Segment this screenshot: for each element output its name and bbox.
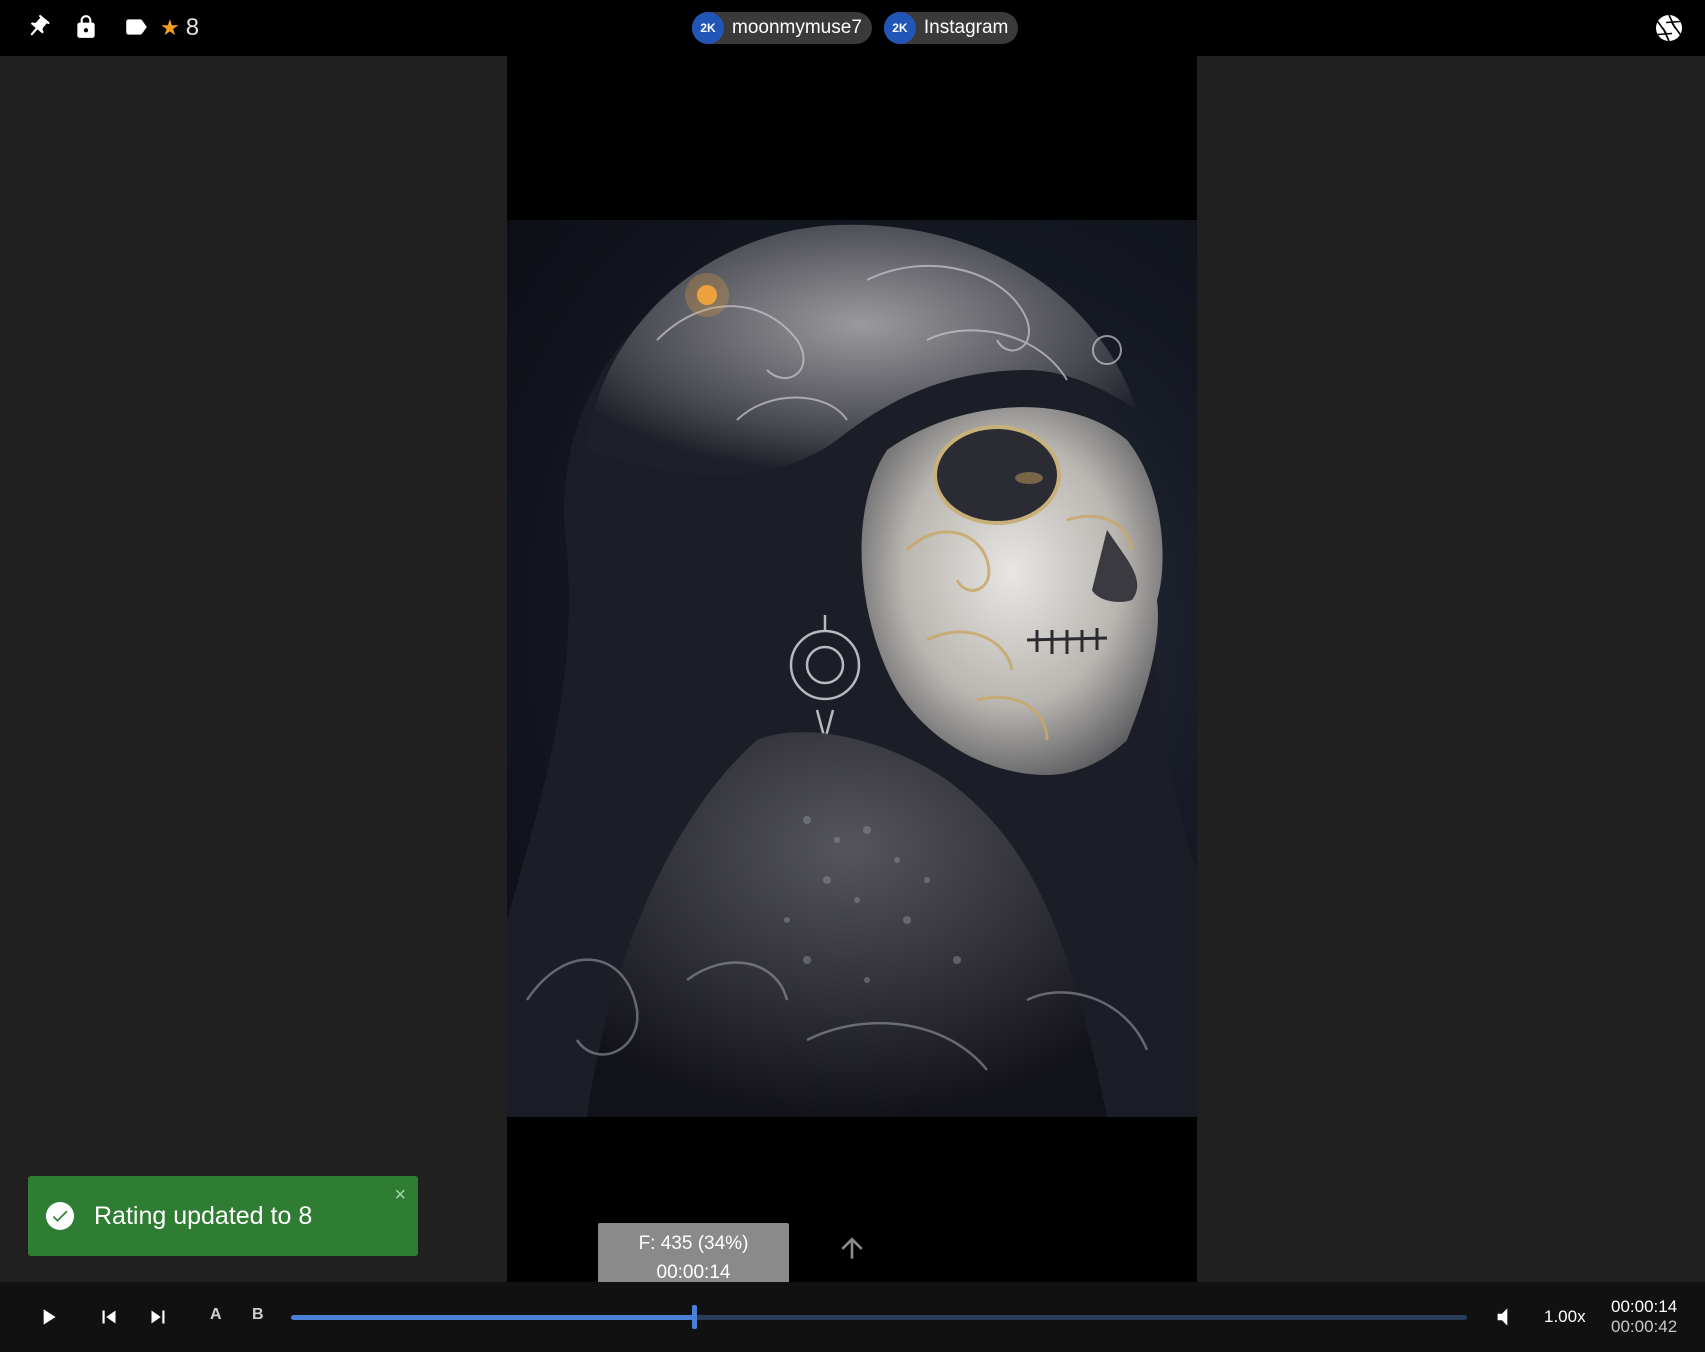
check-circle-icon [46,1202,74,1230]
video-artwork [507,220,1197,1117]
success-toast: Rating updated to 8 × [28,1176,418,1256]
chip-instagram[interactable]: 2K Instagram [883,12,1019,44]
time-display: 00:00:14 00:00:42 [1611,1297,1677,1337]
skip-next-icon[interactable] [143,1302,173,1332]
playback-speed[interactable]: 1.00x [1544,1307,1586,1327]
arrow-up-icon[interactable] [836,1232,868,1264]
performer-chips: 2K moonmymuse7 2K Instagram [692,12,1019,44]
shutter-icon[interactable] [1653,12,1685,44]
resolution-badge: 2K [692,12,724,44]
rating-display[interactable]: ★ 8 [160,12,199,44]
chip-moonmymuse7[interactable]: 2K moonmymuse7 [692,12,872,44]
play-icon[interactable] [33,1302,63,1332]
skip-previous-icon[interactable] [94,1302,124,1332]
total-time: 00:00:42 [1611,1317,1678,1336]
toast-message: Rating updated to 8 [94,1201,313,1230]
rating-value: 8 [185,14,200,41]
seek-bar[interactable] [291,1305,1467,1329]
seek-bar-thumb[interactable] [692,1305,697,1329]
current-time: 00:00:14 [1611,1297,1678,1316]
seek-bar-progress [291,1315,694,1320]
volume-icon[interactable] [1488,1302,1518,1332]
tag-icon[interactable] [121,12,151,42]
video-frame[interactable] [507,56,1197,1282]
resolution-badge: 2K [883,12,916,44]
chip-label: moonmymuse7 [732,17,862,38]
loop-a-button[interactable]: A [210,1306,222,1324]
pin-icon[interactable] [23,12,53,42]
toast-close-button[interactable]: × [394,1184,406,1207]
loop-b-button[interactable]: B [252,1306,264,1324]
lock-icon[interactable] [71,12,101,42]
frame-info: F: 435 (34%) [638,1233,749,1254]
star-icon: ★ [160,15,180,40]
video-player-app: ★ 8 2K moonmymuse7 2K Instagram F: 435 (… [0,0,1705,1352]
chip-label: Instagram [923,17,1009,38]
top-toolbar: ★ 8 2K moonmymuse7 2K Instagram [0,0,1705,56]
